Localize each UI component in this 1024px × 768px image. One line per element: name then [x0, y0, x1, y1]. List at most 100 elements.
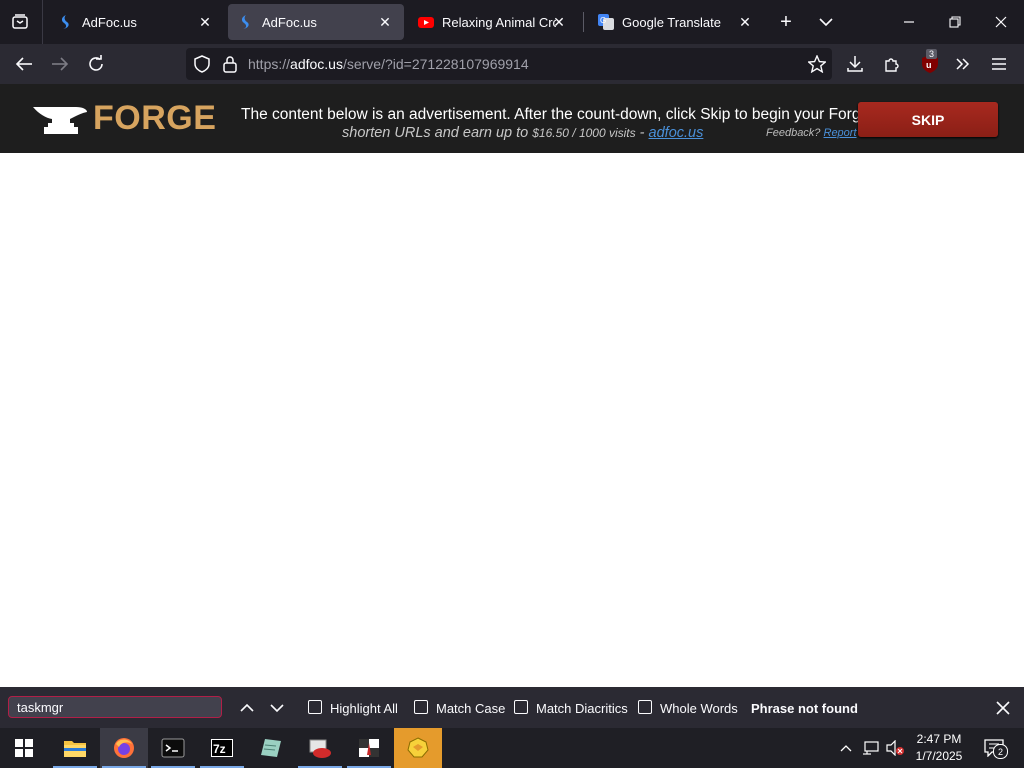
folder-icon [64, 741, 86, 757]
tab-google-translate[interactable]: G Google Translate ✕ [588, 4, 764, 40]
highlight-all-label[interactable]: Highlight All [330, 701, 398, 716]
whole-words-label[interactable]: Whole Words [660, 701, 738, 716]
lock-icon [223, 56, 237, 73]
taskbar-7zip[interactable]: 7z [198, 728, 246, 768]
tab-close-icon[interactable]: ✕ [550, 13, 568, 31]
tab-title: Relaxing Animal Crossi [442, 14, 556, 30]
find-next-button[interactable] [266, 697, 288, 719]
tab-divider [42, 0, 43, 44]
list-all-tabs-button[interactable] [814, 10, 838, 34]
ad-tagline-rate: $16.50 / 1000 visits [532, 126, 636, 140]
taskbar-terminal[interactable] [149, 728, 197, 768]
chevron-up-icon [240, 703, 254, 712]
network-icon [863, 741, 879, 755]
adfocus-favicon-icon [58, 14, 74, 30]
match-case-label[interactable]: Match Case [436, 701, 505, 716]
find-input[interactable] [8, 696, 222, 718]
tab-close-icon[interactable]: ✕ [736, 13, 754, 31]
tab-close-icon[interactable]: ✕ [376, 13, 394, 31]
ad-tagline: shorten URLs and earn up to $16.50 / 100… [342, 125, 703, 141]
tab-youtube[interactable]: Relaxing Animal Crossi ✕ [408, 4, 578, 40]
bookmark-star-button[interactable] [806, 53, 828, 75]
volume-muted-icon [886, 740, 904, 756]
back-button[interactable] [12, 52, 36, 76]
start-button[interactable] [0, 728, 48, 768]
hamburger-menu-icon [992, 58, 1006, 70]
terminal-icon [161, 738, 185, 758]
minimize-button[interactable] [896, 8, 922, 36]
find-status: Phrase not found [751, 701, 858, 716]
show-hidden-icons-button[interactable] [836, 738, 856, 758]
url-text[interactable]: https://adfoc.us/serve/?id=2712281079699… [248, 56, 529, 72]
tab-overview-button[interactable] [8, 10, 32, 34]
action-center-button[interactable]: 2 [980, 736, 1008, 760]
page-content [0, 153, 1024, 687]
chevron-up-icon [840, 745, 852, 752]
match-case-checkbox[interactable] [414, 700, 428, 714]
forge-logo-text: FORGE [93, 99, 217, 137]
close-icon [996, 701, 1010, 715]
feedback-label: Feedback? [766, 127, 821, 139]
reload-button[interactable] [84, 52, 108, 76]
new-tab-button[interactable]: + [774, 10, 798, 34]
minimize-icon [904, 21, 914, 23]
ad-notice-text: The content below is an advertisement. A… [241, 106, 859, 123]
highlight-all-checkbox[interactable] [308, 700, 322, 714]
red-app-icon [309, 739, 331, 758]
taskbar-firefox[interactable] [100, 728, 148, 768]
taskbar-clock[interactable]: 2:47 PM 1/7/2025 [910, 731, 968, 765]
whole-words-checkbox[interactable] [638, 700, 652, 714]
forward-button[interactable] [48, 52, 72, 76]
volume-button[interactable] [884, 738, 906, 758]
7zip-icon: 7z [211, 739, 233, 757]
find-previous-button[interactable] [236, 697, 258, 719]
site-info-button[interactable] [220, 54, 240, 74]
firefox-icon [114, 738, 134, 758]
double-chevron-right-icon [956, 58, 970, 70]
chess-app-icon [359, 739, 379, 757]
google-translate-favicon-icon: G [598, 14, 614, 30]
taskbar-chess-app[interactable] [345, 728, 393, 768]
chevron-down-icon [819, 18, 833, 27]
ad-tagline-text: shorten URLs and earn up to [342, 125, 533, 141]
tab-manager-icon [12, 14, 28, 29]
downloads-button[interactable] [844, 53, 866, 75]
taskbar-notepad[interactable] [247, 728, 295, 768]
taskbar-file-explorer[interactable] [51, 728, 99, 768]
svg-text:7z: 7z [213, 742, 226, 756]
tab-close-icon[interactable]: ✕ [196, 13, 214, 31]
close-window-button[interactable] [988, 8, 1014, 36]
report-link[interactable]: Report [824, 127, 857, 139]
close-icon [995, 16, 1007, 28]
tab-adfocus-2[interactable]: AdFoc.us ✕ [228, 4, 404, 40]
download-icon [847, 56, 863, 72]
restore-button[interactable] [942, 8, 968, 36]
close-find-bar-button[interactable] [992, 697, 1014, 719]
url-domain: adfoc.us [290, 56, 343, 72]
anvil-logo-icon [32, 104, 88, 136]
reload-icon [89, 55, 103, 71]
notepad-icon [261, 739, 281, 757]
taskbar-red-app[interactable] [296, 728, 344, 768]
plus-icon: + [780, 10, 792, 33]
tab-adfocus-1[interactable]: AdFoc.us ✕ [48, 4, 224, 40]
overflow-menu-button[interactable] [952, 53, 974, 75]
tracking-protection-button[interactable] [192, 54, 212, 74]
skip-button[interactable]: SKIP [858, 102, 998, 137]
svg-text:G: G [600, 16, 606, 25]
notification-count-badge: 2 [993, 744, 1008, 759]
app-menu-button[interactable] [988, 53, 1010, 75]
network-button[interactable] [860, 738, 882, 758]
extension-badge: 3 [926, 49, 938, 59]
puzzle-icon [885, 58, 899, 72]
windows-logo-icon [15, 739, 33, 757]
extensions-button[interactable] [881, 53, 903, 75]
taskbar-yellow-app[interactable] [394, 728, 442, 768]
match-diacritics-checkbox[interactable] [514, 700, 528, 714]
chevron-down-icon [270, 704, 284, 713]
match-diacritics-label[interactable]: Match Diacritics [536, 701, 628, 716]
ublock-origin-button[interactable]: u 3 [918, 49, 942, 76]
adfocus-link[interactable]: adfoc.us [649, 125, 704, 141]
shield-icon [194, 55, 210, 73]
ad-tagline-separator: - [635, 125, 649, 141]
